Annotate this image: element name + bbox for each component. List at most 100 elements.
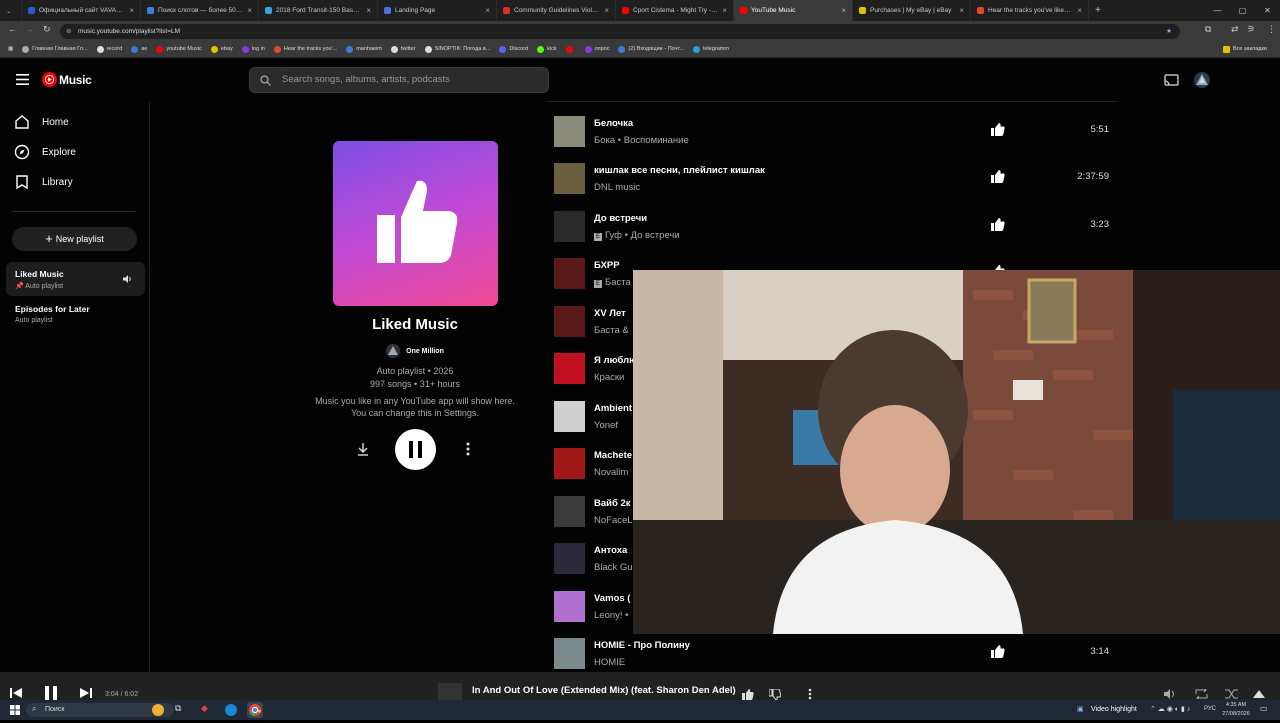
bookmark-item[interactable]: Hear the tracks you'... [273, 45, 337, 53]
previous-icon[interactable] [10, 688, 22, 698]
like-icon[interactable] [742, 689, 754, 700]
apps-icon[interactable]: ▦ [8, 46, 13, 52]
app-icon[interactable]: ◆ [201, 703, 208, 714]
track-thumbnail[interactable] [554, 591, 585, 622]
bookmark-item[interactable] [565, 45, 576, 53]
track-thumbnail[interactable] [554, 116, 585, 147]
browser-tab[interactable]: Community Guidelines Violatio × [497, 0, 616, 21]
download-icon[interactable] [356, 442, 370, 456]
volume-icon[interactable] [1164, 689, 1178, 699]
search-input[interactable]: Search songs, albums, artists, podcasts [249, 67, 549, 93]
track-thumbnail[interactable] [554, 211, 585, 242]
track-subtitle[interactable]: Баста [605, 277, 631, 288]
close-tab-icon[interactable]: × [1077, 6, 1082, 15]
track-subtitle[interactable]: HOMIE [594, 657, 625, 668]
track-thumbnail[interactable] [554, 543, 585, 574]
next-icon[interactable] [80, 688, 92, 698]
sidebar-item-explore[interactable]: Explore [14, 142, 76, 162]
more-options-icon[interactable] [463, 442, 473, 456]
clock-time[interactable]: 4:35 AM [1222, 702, 1250, 708]
all-bookmarks[interactable]: Все закладки [1222, 45, 1267, 53]
maximize-icon[interactable]: ▢ [1230, 0, 1255, 21]
track-subtitle[interactable]: Novalim [594, 467, 628, 478]
track-row[interactable]: кишлак все песни, плейлист кишлак DNL mus… [554, 158, 1124, 198]
track-thumbnail[interactable] [554, 306, 585, 337]
new-playlist-button[interactable]: + New playlist [12, 227, 137, 251]
track-row[interactable]: До встречи E Гуф • До встречи 3:23 [554, 206, 1124, 246]
track-subtitle[interactable]: Leony! • [594, 610, 629, 621]
track-title[interactable]: Vamos ( [594, 593, 630, 604]
forward-icon[interactable]: → [25, 24, 34, 34]
like-icon[interactable] [991, 218, 1005, 231]
close-tab-icon[interactable]: × [959, 6, 964, 15]
track-title[interactable]: XV Лет [594, 308, 626, 319]
close-tab-icon[interactable]: × [366, 6, 371, 15]
bookmark-item[interactable]: telegramm [692, 45, 729, 53]
browser-tab[interactable]: Landing Page × [378, 0, 497, 21]
browser-tab[interactable]: Hear the tracks you've liked on × [971, 0, 1089, 21]
video-highlight-label[interactable]: Video highlight [1091, 706, 1137, 713]
sidebar-playlist-episodes-for-later[interactable]: Episodes for Later Auto playlist [15, 304, 140, 334]
close-window-icon[interactable]: ✕ [1255, 0, 1280, 21]
edge-icon[interactable] [225, 704, 237, 716]
close-tab-icon[interactable]: × [841, 6, 846, 15]
player-more-icon[interactable] [808, 688, 812, 700]
track-thumbnail[interactable] [554, 448, 585, 479]
bookmark-item[interactable]: youtube Music [156, 45, 202, 53]
track-subtitle[interactable]: Бока • Воспоминание [594, 135, 689, 146]
bookmark-item[interactable]: manhaeim [346, 45, 382, 53]
tray-icons[interactable]: ⌃ ☁ ◉ ◐ ▮ ♪ [1150, 705, 1190, 713]
expand-player-icon[interactable] [1253, 690, 1265, 698]
bookmark-item[interactable]: Главная Главная Гл... [22, 45, 88, 53]
bookmark-item[interactable]: record [96, 45, 122, 53]
bookmark-star-icon[interactable]: ★ [1166, 24, 1172, 39]
track-subtitle[interactable]: Гуф • До встречи [605, 230, 680, 241]
track-thumbnail[interactable] [554, 353, 585, 384]
track-title[interactable]: Я люблю [594, 355, 637, 366]
cast-icon[interactable] [1164, 74, 1179, 86]
minimize-icon[interactable]: — [1205, 0, 1230, 21]
tab-search-button[interactable]: ⌄ [0, 0, 22, 21]
notification-icon[interactable]: ▭ [1260, 704, 1268, 713]
track-thumbnail[interactable] [554, 496, 585, 527]
track-subtitle[interactable]: Yonef [594, 420, 618, 431]
track-title[interactable]: Machete [594, 450, 632, 461]
avatar[interactable] [1194, 72, 1210, 88]
like-icon[interactable] [991, 170, 1005, 183]
playlist-owner[interactable]: One Million [250, 344, 580, 358]
bookmark-item[interactable]: ae [131, 45, 147, 53]
bookmark-item[interactable]: twitter [390, 45, 416, 53]
bookmark-item[interactable]: kick [537, 45, 557, 53]
track-thumbnail[interactable] [554, 163, 585, 194]
browser-tab[interactable]: Официальный сайт VAVADA Ca × [22, 0, 141, 21]
bookmark-item[interactable]: SINOPTIK: Погода в... [424, 45, 490, 53]
bookmark-item[interactable]: Discord [499, 45, 528, 53]
browser-tab[interactable]: Purchases | My eBay | eBay × [853, 0, 971, 21]
url-field[interactable]: ⊜ music.youtube.com/playlist?list=LM ★ [60, 24, 1180, 39]
menu-icon[interactable] [16, 74, 29, 85]
extension-icon[interactable]: ⧉ [1205, 24, 1211, 35]
track-title[interactable]: Вайб 2к [594, 498, 631, 509]
pause-button[interactable] [395, 429, 436, 470]
browser-tab[interactable]: 2018 Ford Transit-150 Base w/× [259, 0, 378, 21]
new-tab-button[interactable]: + [1089, 0, 1111, 21]
bookmark-item[interactable]: опрос [584, 45, 609, 53]
close-tab-icon[interactable]: × [722, 6, 727, 15]
reload-icon[interactable]: ↻ [43, 24, 51, 35]
task-view-icon[interactable]: ⧉ [175, 703, 181, 714]
clock-date[interactable]: 27/08/2026 [1222, 711, 1250, 717]
sidebar-item-home[interactable]: Home [14, 112, 69, 132]
like-icon[interactable] [991, 123, 1005, 136]
sidebar-item-library[interactable]: Library [14, 172, 73, 192]
pause-icon[interactable] [43, 686, 59, 700]
logo[interactable]: Music [42, 72, 92, 87]
bookmark-item[interactable]: (2) Входящие - Почт... [618, 45, 684, 53]
track-row[interactable]: Белочка Бока • Воспоминание 5:51 [554, 111, 1124, 151]
site-info-icon[interactable]: ⊜ [66, 24, 71, 39]
track-subtitle[interactable]: Краски [594, 372, 624, 383]
chrome-icon[interactable] [247, 702, 263, 718]
language-indicator[interactable]: РУС [1204, 706, 1216, 712]
like-icon[interactable] [991, 645, 1005, 658]
bookmark-item[interactable]: ebay [210, 45, 233, 53]
track-title[interactable]: кишлак все песни, плейлист кишлак [594, 165, 765, 176]
